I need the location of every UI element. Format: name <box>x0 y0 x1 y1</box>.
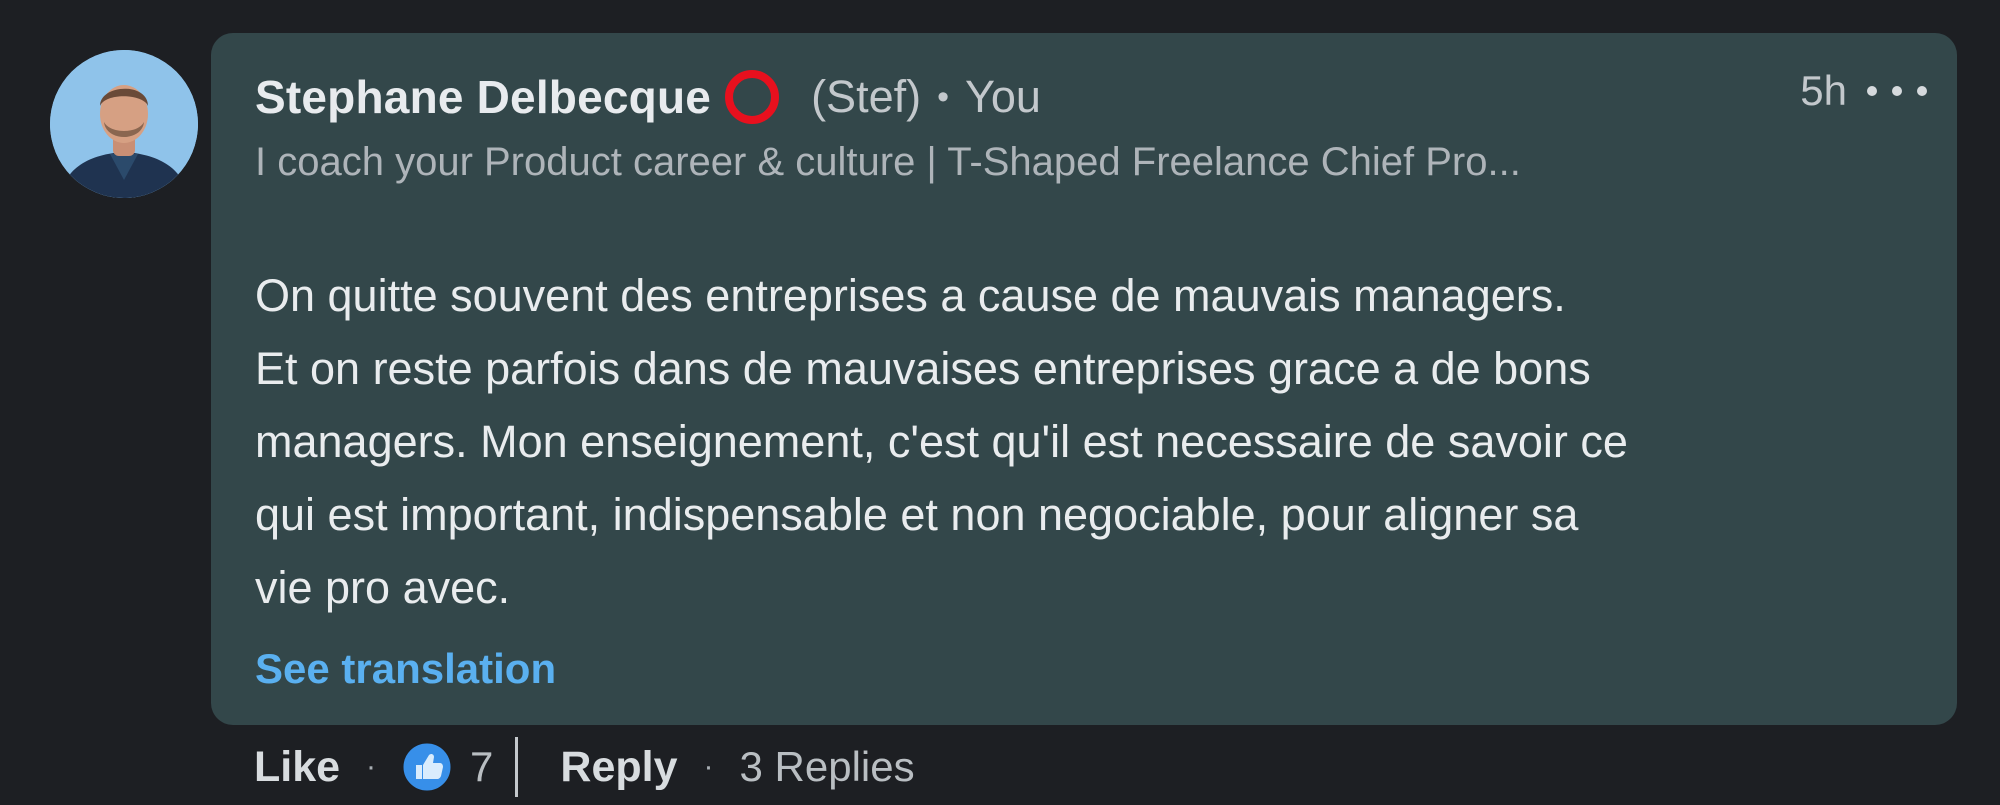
comment-body-line: managers. Mon enseignement, c'est qu'il … <box>255 416 1628 467</box>
comment-bubble: Stephane Delbecque (Stef) • You 5h I coa… <box>211 33 1957 725</box>
open-to-work-ring-icon <box>725 70 780 124</box>
comment-body-line: vie pro avec. <box>255 562 511 613</box>
comment-actions: Like · 7 Reply · 3 Replies <box>254 736 915 798</box>
profile-photo-icon <box>50 50 198 198</box>
more-dot <box>1892 86 1902 96</box>
comment-thread: Stephane Delbecque (Stef) • You 5h I coa… <box>0 0 2000 805</box>
author-relation: You <box>965 71 1041 122</box>
separator-dot: · <box>703 750 714 783</box>
comment-timestamp: 5h <box>1800 67 1847 114</box>
replies-link[interactable]: 3 Replies <box>740 743 915 791</box>
reply-button[interactable]: Reply <box>560 743 677 792</box>
author-avatar[interactable] <box>50 50 198 198</box>
comment-body-line: On quitte souvent des entreprises a caus… <box>255 270 1566 321</box>
separator-dot: • <box>937 77 949 116</box>
more-options-icon[interactable] <box>1867 67 1927 115</box>
more-dot <box>1917 86 1927 96</box>
author-headline: I coach your Product career & culture | … <box>255 140 1521 184</box>
author-name[interactable]: Stephane Delbecque <box>255 70 711 124</box>
like-button[interactable]: Like <box>254 743 340 792</box>
see-translation-link[interactable]: See translation <box>255 645 556 693</box>
comment-body: On quitte souvent des entreprises a caus… <box>255 259 1935 624</box>
comment-header: Stephane Delbecque (Stef) • You <box>255 67 1041 127</box>
comment-body-line: Et on reste parfois dans de mauvaises en… <box>255 343 1591 394</box>
separator-dot: · <box>366 750 377 783</box>
thumbs-up-icon[interactable] <box>402 742 452 792</box>
actions-divider <box>515 737 519 797</box>
like-count[interactable]: 7 <box>470 743 493 791</box>
comment-body-line: qui est important, indispensable et non … <box>255 489 1579 540</box>
author-nickname: (Stef) <box>811 71 922 122</box>
more-dot <box>1867 86 1877 96</box>
